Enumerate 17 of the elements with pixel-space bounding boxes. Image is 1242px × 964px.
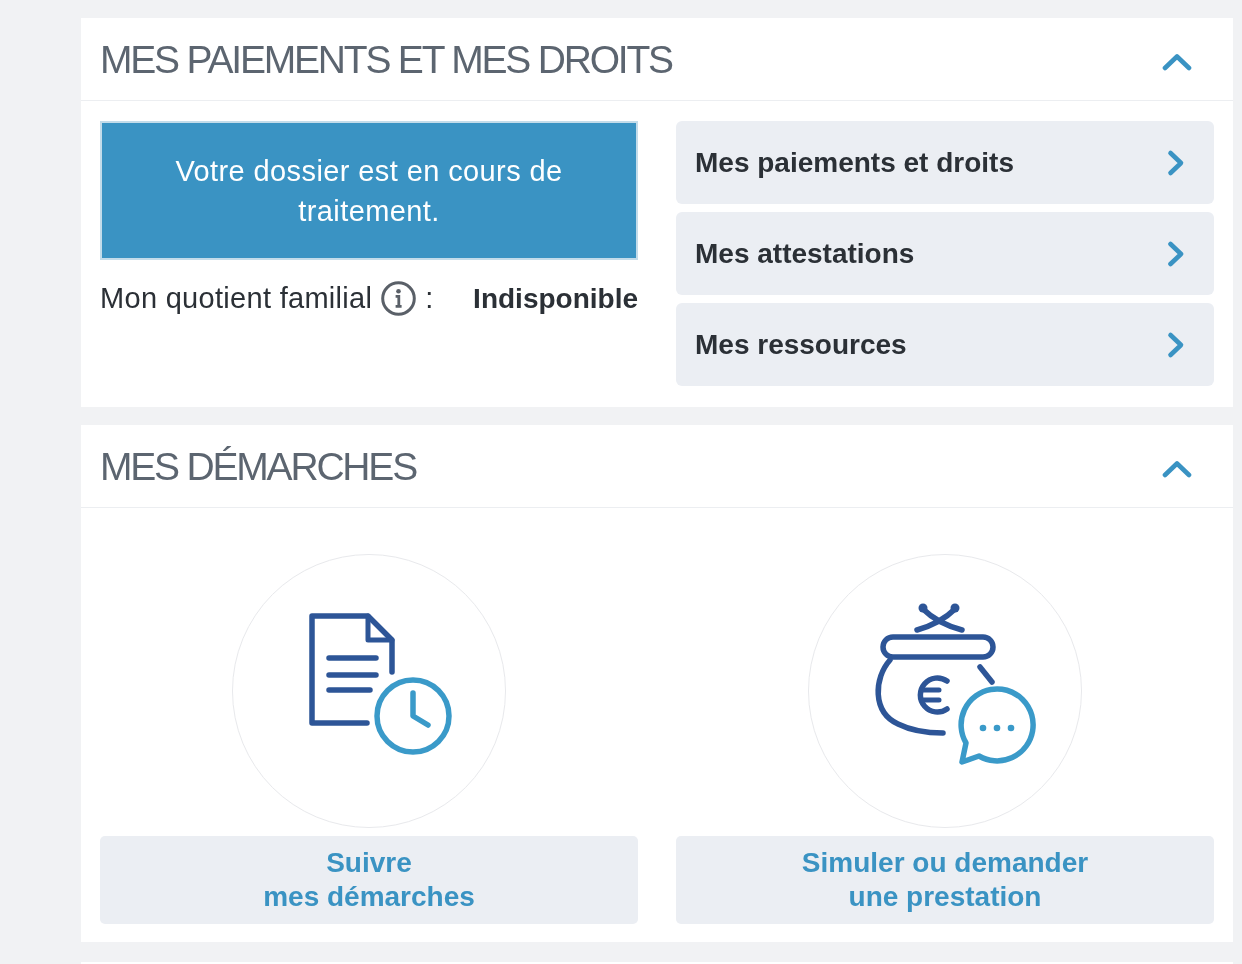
chevron-right-icon xyxy=(1166,330,1185,359)
section-title: MES PAIEMENTS ET MES DROITS xyxy=(100,39,672,79)
nav-link[interactable]: Mes ressources xyxy=(676,303,1214,386)
quotient-label: Mon quotient familial xyxy=(100,282,373,315)
info-icon[interactable] xyxy=(381,281,417,316)
chevron-right-icon xyxy=(1166,148,1185,177)
chevron-right-icon xyxy=(1166,239,1185,268)
nav-link[interactable]: Mes paiements et droits xyxy=(676,121,1214,204)
section-title: MES DÉMARCHES xyxy=(100,446,416,486)
colon-separator: : xyxy=(425,282,434,315)
quotient-value: Indisponible xyxy=(473,282,638,315)
status-message: Votre dossier est en cours de traitement. xyxy=(100,121,638,260)
chevron-up-icon[interactable] xyxy=(1162,53,1192,71)
nav-link[interactable]: Mes attestations xyxy=(676,212,1214,295)
chevron-up-icon[interactable] xyxy=(1162,460,1192,478)
money-bag-chat-icon[interactable] xyxy=(808,554,1082,828)
document-clock-icon[interactable] xyxy=(232,554,506,828)
